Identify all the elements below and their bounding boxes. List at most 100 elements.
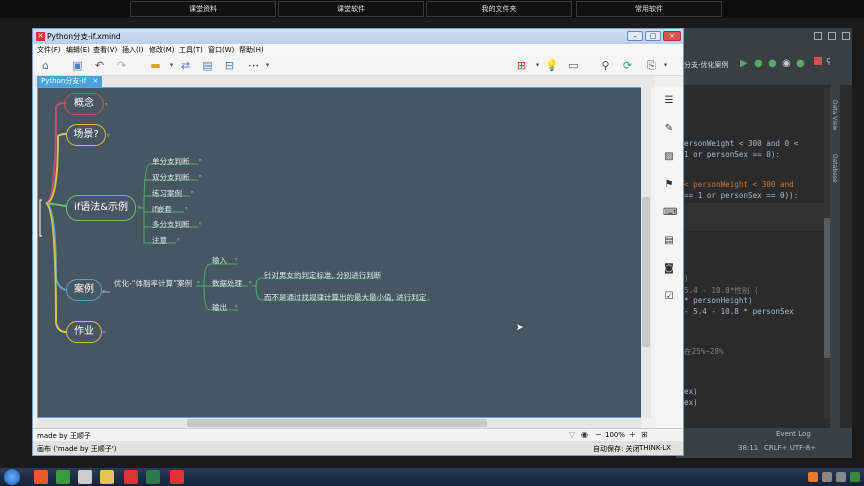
ide-run-config[interactable]: 分支-优化案例	[684, 60, 729, 70]
subtopic-gender-criteria[interactable]: 针对男女的判定标准, 分别进行判断	[264, 270, 381, 281]
collapse-dot[interactable]: ◦	[190, 188, 194, 197]
menu-modify[interactable]: 修改(M)	[149, 45, 175, 55]
xmind-taskbar-icon[interactable]	[124, 470, 138, 484]
notes-icon[interactable]: ▤	[663, 235, 675, 247]
subtopic-if-nested[interactable]: if嵌套	[152, 204, 172, 215]
collapse-dot[interactable]: ◦	[176, 235, 180, 244]
subtopic-input[interactable]: 输入	[212, 255, 227, 266]
zoom-out-button[interactable]: −	[595, 430, 602, 439]
undo-icon[interactable]: ↶	[93, 59, 106, 72]
tray-icon[interactable]	[836, 472, 846, 482]
subtopic-multi-branch[interactable]: 多分支判断	[152, 219, 190, 230]
export-icon[interactable]: ⎘	[645, 59, 658, 72]
collapse-dot[interactable]: ◦	[198, 172, 202, 181]
vertical-scrollbar[interactable]	[641, 87, 651, 418]
filter-icon[interactable]: ▽	[569, 430, 575, 439]
close-button[interactable]: ×	[663, 31, 681, 41]
collapse-dot[interactable]: ◦	[104, 100, 108, 109]
collapse-dot[interactable]: ◦	[234, 302, 238, 311]
topic-homework[interactable]: 作业	[66, 321, 102, 343]
collapse-dot[interactable]: ◦	[248, 278, 252, 287]
author-field[interactable]: made by 王顺子	[37, 431, 91, 441]
tab-close-icon[interactable]: ×	[92, 77, 98, 85]
subtopic-processing[interactable]: 数据处理	[212, 278, 242, 289]
event-log-button[interactable]: Event Log	[776, 430, 811, 438]
zoom-level[interactable]: 100%	[605, 431, 625, 439]
editor-icon[interactable]	[78, 470, 92, 484]
collapse-dot[interactable]: ◦	[198, 219, 202, 228]
collapse-dot[interactable]: ◦	[196, 278, 200, 287]
topic-case[interactable]: 案例	[66, 279, 102, 301]
cursor-position[interactable]: 38:11	[738, 444, 758, 452]
boundary-icon[interactable]: ▤	[201, 59, 214, 72]
tab-my-folder[interactable]: 我的文件夹	[426, 1, 572, 17]
folder-icon[interactable]	[100, 470, 114, 484]
pycharm-icon[interactable]	[146, 470, 160, 484]
redo-icon[interactable]: ↷	[115, 59, 128, 72]
collapse-dot[interactable]: ◦	[106, 131, 110, 140]
fit-map-icon[interactable]: ⊞	[641, 430, 648, 439]
topic-scene[interactable]: 场景?	[66, 124, 106, 146]
share-icon[interactable]: ⟳	[621, 59, 634, 72]
subtopic-output[interactable]: 输出	[212, 302, 227, 313]
topic-dropdown-icon[interactable]: ▾	[165, 59, 178, 72]
search-icon[interactable]: ⚲	[599, 59, 612, 72]
keyboard-icon[interactable]: ⌨	[663, 207, 677, 219]
menu-window[interactable]: 窗口(W)	[208, 45, 234, 55]
ide-maximize-icon[interactable]	[828, 32, 836, 40]
collapse-dot[interactable]: ◦	[184, 204, 188, 213]
menu-file[interactable]: 文件(F)	[37, 45, 61, 55]
tray-icon[interactable]	[850, 472, 860, 482]
topic-icon[interactable]: ▬	[149, 59, 162, 72]
summary-icon[interactable]: ⊟	[223, 59, 236, 72]
coverage-icon[interactable]: ●	[768, 58, 777, 69]
line-encoding[interactable]: CRLF÷ UTF-8÷	[764, 444, 816, 452]
collapse-dot[interactable]: ◦	[198, 156, 202, 165]
tab-class-materials[interactable]: 课堂资料	[130, 1, 276, 17]
tab-python-if[interactable]: Python分支-if ×	[37, 76, 103, 87]
more-dropdown-icon[interactable]: ▾	[261, 59, 274, 72]
menu-view[interactable]: 查看(V)	[93, 45, 117, 55]
ide-minimize-icon[interactable]	[814, 32, 822, 40]
collapse-dot[interactable]: ◦	[234, 255, 238, 264]
zoom-in-button[interactable]: +	[629, 430, 636, 439]
topic-if-syntax[interactable]: if语法&示例	[66, 195, 136, 221]
relationship-icon[interactable]: ⇄	[179, 59, 192, 72]
topic-concept[interactable]: 概念	[64, 93, 104, 115]
status-autosave[interactable]: 自动保存: 关闭	[593, 444, 640, 454]
subtopic-note[interactable]: 注意	[152, 235, 167, 246]
mindmap-canvas[interactable]: 概念 ◦ 场景? ◦ if语法&示例 ◦ 案例 ◦ 作业 ◦ 单分支判断 ◦ 双…	[37, 87, 649, 418]
more-icon[interactable]: ⋯	[247, 59, 260, 72]
idea-bulb-icon[interactable]: 💡	[545, 59, 559, 72]
start-button-icon[interactable]	[4, 469, 20, 485]
presentation-icon[interactable]: ▭	[567, 59, 580, 72]
task-icon[interactable]: ☑	[663, 291, 675, 303]
outline-icon[interactable]: ☰	[663, 95, 675, 107]
collapse-dot[interactable]: ◦	[137, 203, 141, 212]
minimize-button[interactable]: –	[627, 31, 643, 41]
export-dropdown-icon[interactable]: ▾	[659, 59, 672, 72]
profile-icon[interactable]: ◉	[782, 58, 791, 69]
tray-icon[interactable]	[808, 472, 818, 482]
horizontal-scrollbar-thumb[interactable]	[187, 419, 487, 427]
app-icon[interactable]	[170, 470, 184, 484]
collapse-dot[interactable]: ◦	[102, 328, 106, 337]
menu-help[interactable]: 帮助(H)	[239, 45, 264, 55]
subtopic-practice[interactable]: 练习案例	[152, 188, 182, 199]
terminal-icon[interactable]	[56, 470, 70, 484]
layout-icon[interactable]: ⊞	[515, 59, 528, 72]
layout-dropdown-icon[interactable]: ▾	[531, 59, 544, 72]
comments-icon[interactable]: ◙	[663, 263, 675, 275]
stop-icon[interactable]	[814, 57, 822, 65]
home-icon[interactable]: ⌂	[39, 59, 52, 72]
menu-tools[interactable]: 工具(T)	[179, 45, 203, 55]
marker-flag-icon[interactable]: ⚑	[663, 179, 675, 191]
ide-close-icon[interactable]	[842, 32, 850, 40]
firefox-icon[interactable]	[34, 470, 48, 484]
vertical-scrollbar-thumb[interactable]	[642, 197, 650, 347]
maximize-button[interactable]: □	[645, 31, 661, 41]
subtopic-double-branch[interactable]: 双分支判断	[152, 172, 190, 183]
tab-common-software[interactable]: 常用软件	[576, 1, 722, 17]
horizontal-scrollbar[interactable]	[37, 418, 641, 428]
tray-icon[interactable]	[822, 472, 832, 482]
